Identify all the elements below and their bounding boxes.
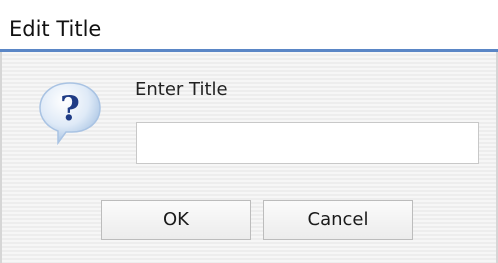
- ok-button[interactable]: OK: [101, 200, 251, 240]
- title-input[interactable]: [136, 122, 479, 164]
- question-icon: ?: [36, 80, 104, 146]
- dialog-border-left: [0, 52, 2, 263]
- dialog-title: Edit Title: [9, 17, 102, 41]
- cancel-button[interactable]: Cancel: [263, 200, 413, 240]
- dialog-title-bar[interactable]: Edit Title: [0, 0, 498, 54]
- svg-text:?: ?: [60, 89, 80, 129]
- edit-title-dialog: Edit Title ? Enter Title OK Cancel: [0, 0, 498, 263]
- enter-title-label: Enter Title: [135, 79, 228, 100]
